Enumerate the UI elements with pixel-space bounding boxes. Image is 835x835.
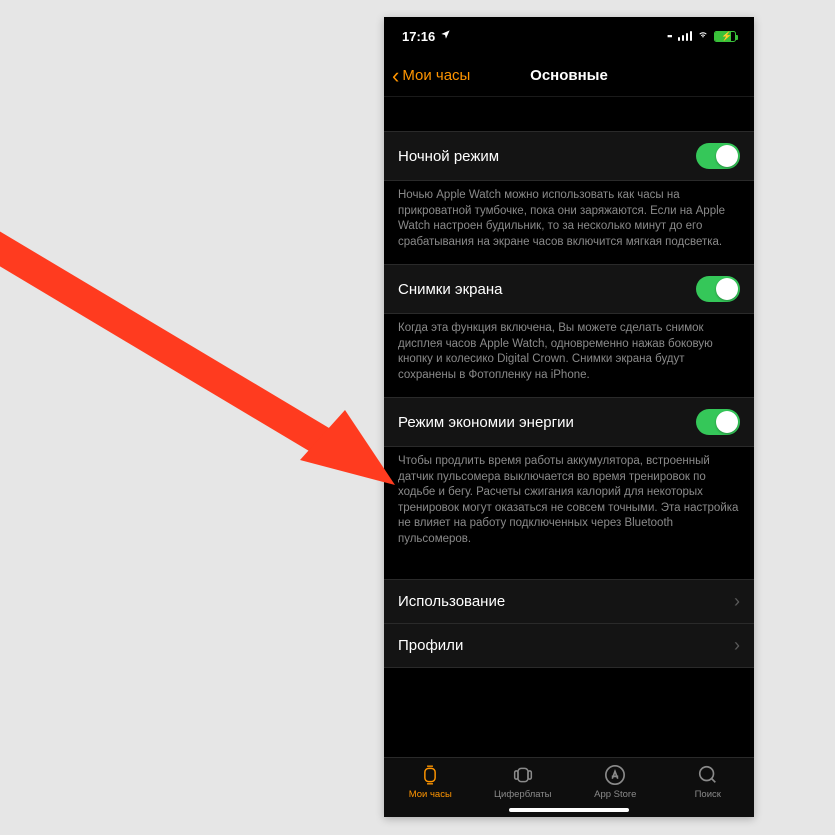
tab-faces[interactable]: Циферблаты <box>477 764 570 800</box>
chevron-right-icon: › <box>734 635 740 656</box>
chevron-left-icon: ‹ <box>392 65 399 87</box>
search-icon <box>697 764 719 786</box>
tab-my-watch[interactable]: Мои часы <box>384 764 477 800</box>
tab-label: App Store <box>594 789 636 800</box>
faces-icon <box>513 764 533 786</box>
row-label: Использование <box>398 593 505 610</box>
status-bar: 17:16 ▪▪ ⚡ <box>384 17 754 55</box>
location-icon <box>440 29 451 43</box>
row-screenshots[interactable]: Снимки экрана <box>384 264 754 314</box>
tab-label: Циферблаты <box>494 789 552 800</box>
toggle-screenshots[interactable] <box>696 276 740 302</box>
annotation-arrow <box>0 205 425 525</box>
toggle-night-mode[interactable] <box>696 143 740 169</box>
home-indicator[interactable] <box>509 808 629 813</box>
row-label: Ночной режим <box>398 148 499 165</box>
appstore-icon <box>604 764 626 786</box>
tab-label: Мои часы <box>409 789 452 800</box>
row-label: Режим экономии энергии <box>398 414 574 431</box>
toggle-power-saving[interactable] <box>696 409 740 435</box>
desc-power-saving: Чтобы продлить время работы аккумулятора… <box>384 447 754 561</box>
dual-sim-icon: ▪▪ <box>667 31 671 41</box>
back-label: Мои часы <box>402 67 470 84</box>
tab-search[interactable]: Поиск <box>662 764 755 800</box>
desc-screenshots: Когда эта функция включена, Вы можете сд… <box>384 314 754 397</box>
nav-bar: ‹ Мои часы Основные <box>384 55 754 97</box>
phone-frame: 17:16 ▪▪ ⚡ ‹ Мои часы Основные Ночной ре… <box>384 17 754 817</box>
row-power-saving[interactable]: Режим экономии энергии <box>384 397 754 447</box>
tab-label: Поиск <box>695 789 721 800</box>
status-time: 17:16 <box>402 29 435 44</box>
battery-icon: ⚡ <box>714 31 736 42</box>
row-night-mode[interactable]: Ночной режим <box>384 131 754 181</box>
wifi-icon <box>696 29 710 43</box>
row-usage[interactable]: Использование › <box>384 579 754 624</box>
settings-content[interactable]: Ночной режим Ночью Apple Watch можно исп… <box>384 97 754 757</box>
tab-app-store[interactable]: App Store <box>569 764 662 800</box>
signal-icon <box>678 31 693 41</box>
row-profiles[interactable]: Профили › <box>384 624 754 668</box>
back-button[interactable]: ‹ Мои часы <box>392 65 470 87</box>
chevron-right-icon: › <box>734 591 740 612</box>
watch-icon <box>421 764 439 786</box>
tab-bar: Мои часы Циферблаты App Store Поиск <box>384 757 754 817</box>
desc-night-mode: Ночью Apple Watch можно использовать как… <box>384 181 754 264</box>
row-label: Профили <box>398 637 463 654</box>
row-label: Снимки экрана <box>398 281 502 298</box>
